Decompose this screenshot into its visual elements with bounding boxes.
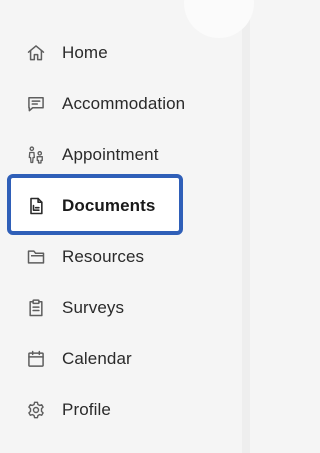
sidebar-item-accommodation[interactable]: Accommodation [26,89,185,119]
sidebar-item-label: Accommodation [62,94,186,113]
sidebar-item-resources[interactable]: Resources [26,242,144,272]
sidebar-item-label: Surveys [62,298,125,317]
sidebar-item-label: Profile [62,400,111,419]
sidebar-item-label: Appointment [62,145,159,164]
sidebar-item-profile[interactable]: Profile [26,395,111,425]
sidebar-item-appointment[interactable]: Appointment [26,140,159,170]
gear-icon [26,400,46,420]
document-icon [26,196,46,216]
people-icon [26,145,46,165]
sidebar-item-documents[interactable]: Documents [26,191,155,221]
sidebar-item-label: Home [62,43,108,62]
sidebar-item-calendar[interactable]: Calendar [26,344,132,374]
message-icon [26,94,46,114]
folder-icon [26,247,46,267]
sidebar-item-home[interactable]: Home [26,38,108,68]
sidebar-item-label: Calendar [62,349,132,368]
sidebar-item-surveys[interactable]: Surveys [26,293,124,323]
calendar-icon [26,349,46,369]
sidebar-menu: Home Accommodation Appointment Documents… [0,0,242,453]
clipboard-icon [26,298,46,318]
sidebar-item-label: Documents [62,196,156,215]
panel-edge [242,0,250,453]
home-icon [26,43,46,63]
sidebar-item-label: Resources [62,247,145,266]
